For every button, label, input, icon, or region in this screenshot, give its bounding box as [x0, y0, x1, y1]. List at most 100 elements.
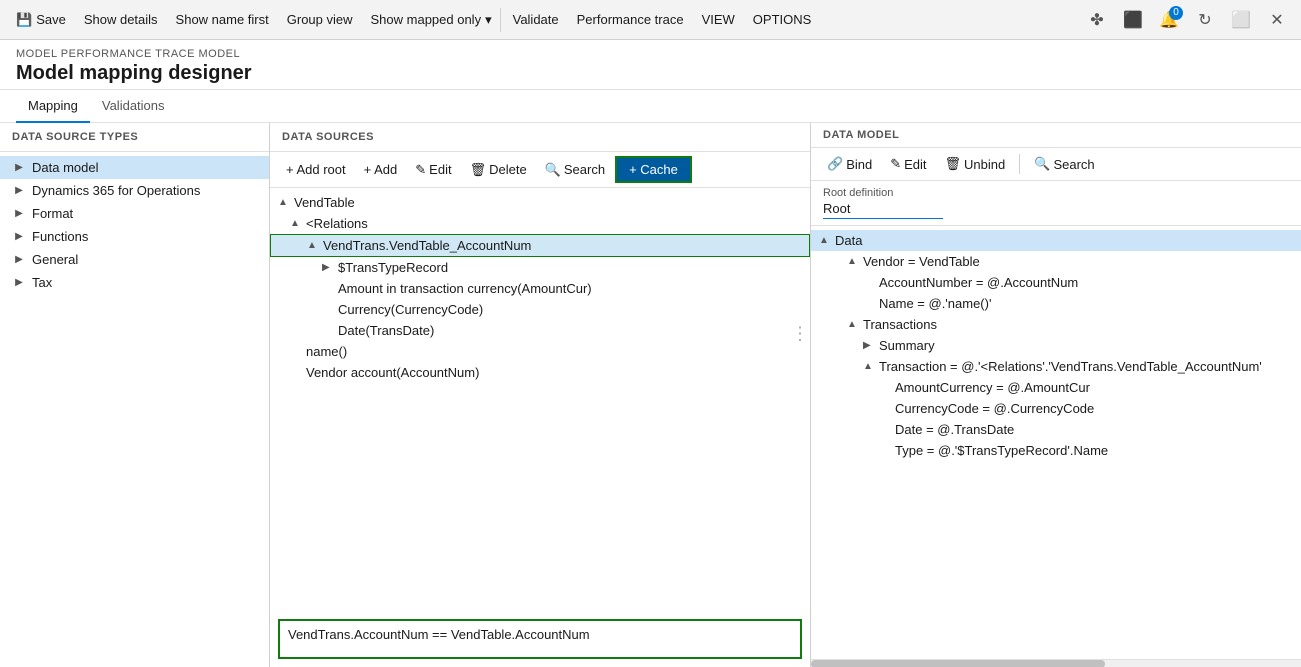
- arrow-icon: ▶: [12, 162, 26, 173]
- refresh-icon[interactable]: ↻: [1189, 4, 1221, 36]
- dm-item-type[interactable]: Type = @.'$TransTypeRecord'.Name: [811, 440, 1301, 461]
- edit-button[interactable]: ✎ Edit: [407, 158, 459, 182]
- dm-item-amount-currency[interactable]: AmountCurrency = @.AmountCur: [811, 377, 1301, 398]
- content-area: DATA SOURCE TYPES ▶ Data model ▶ Dynamic…: [0, 123, 1301, 667]
- collapse-icon: ▲: [307, 240, 319, 251]
- view-button[interactable]: VIEW: [694, 8, 743, 31]
- restore-icon[interactable]: ⬜: [1225, 4, 1257, 36]
- expand-icon: ▶: [322, 262, 334, 273]
- datamodel-tree: ▲ Data ▲ Vendor = VendTable AccountNumbe…: [811, 226, 1301, 659]
- datamodel-header: DATA MODEL: [811, 123, 1301, 148]
- ds-item-vendor-account[interactable]: Vendor account(AccountNum): [270, 362, 810, 383]
- office-icon[interactable]: ⬛: [1117, 4, 1149, 36]
- collapse-icon: ▲: [847, 319, 859, 330]
- dm-search-button[interactable]: 🔍 Search: [1026, 152, 1102, 176]
- datasource-type-data-model[interactable]: ▶ Data model: [0, 156, 269, 179]
- main-content: MODEL PERFORMANCE TRACE MODEL Model mapp…: [0, 40, 1301, 667]
- ds-item-vendtable[interactable]: ▲ VendTable: [270, 192, 810, 213]
- search-button[interactable]: 🔍 Search: [537, 158, 613, 182]
- dm-item-account-number[interactable]: AccountNumber = @.AccountNum: [811, 272, 1301, 293]
- arrow-icon: ▶: [12, 254, 26, 265]
- datasources-header: DATA SOURCES: [270, 123, 810, 152]
- tab-mapping[interactable]: Mapping: [16, 90, 90, 123]
- toolbar-right: ✤ ⬛ 🔔 0 ↻ ⬜ ✕: [1081, 4, 1293, 36]
- ds-item-currency[interactable]: Currency(CurrencyCode): [270, 299, 810, 320]
- unbind-button[interactable]: 🗑 Unbind: [937, 152, 1014, 176]
- dm-item-vendor[interactable]: ▲ Vendor = VendTable: [811, 251, 1301, 272]
- datasource-type-format[interactable]: ▶ Format: [0, 202, 269, 225]
- root-definition: Root definition Root: [811, 181, 1301, 226]
- collapse-icon: ▲: [819, 235, 831, 246]
- datasource-type-general[interactable]: ▶ General: [0, 248, 269, 271]
- edit-icon: ✎: [890, 156, 901, 172]
- page-title: Model mapping designer: [16, 62, 1285, 85]
- close-icon[interactable]: ✕: [1261, 4, 1293, 36]
- ds-item-name[interactable]: name(): [270, 341, 810, 362]
- datasource-type-functions[interactable]: ▶ Functions: [0, 225, 269, 248]
- add-root-button[interactable]: + Add root: [278, 158, 354, 181]
- expand-icon: ▶: [863, 340, 875, 351]
- collapse-icon: ▲: [847, 256, 859, 267]
- formula-box[interactable]: VendTrans.AccountNum == VendTable.Accoun…: [278, 619, 802, 659]
- save-icon: 💾: [16, 12, 32, 28]
- extension-icon[interactable]: ✤: [1081, 4, 1113, 36]
- collapse-icon: ▲: [278, 197, 290, 208]
- collapse-icon: ▲: [290, 218, 302, 229]
- validate-button[interactable]: Validate: [505, 8, 567, 31]
- dm-edit-button[interactable]: ✎ Edit: [882, 152, 934, 176]
- dm-scrollbar[interactable]: [811, 659, 1301, 667]
- unbind-icon: 🗑: [945, 156, 962, 172]
- resize-handle[interactable]: ⋮: [787, 319, 811, 348]
- dropdown-arrow-icon: ▾: [485, 12, 492, 28]
- cache-button[interactable]: + Cache: [615, 156, 692, 183]
- dm-item-dm-date[interactable]: Date = @.TransDate: [811, 419, 1301, 440]
- search-icon: 🔍: [545, 162, 561, 178]
- show-name-first-button[interactable]: Show name first: [168, 8, 277, 31]
- edit-icon: ✎: [415, 162, 426, 178]
- dm-item-name[interactable]: Name = @.'name()': [811, 293, 1301, 314]
- notification-wrap: 🔔 0: [1153, 4, 1185, 36]
- root-def-value: Root: [823, 199, 943, 219]
- formula-container: VendTrans.AccountNum == VendTable.Accoun…: [270, 615, 810, 667]
- dm-scrollbar-thumb: [811, 660, 1105, 667]
- dm-item-transaction[interactable]: ▲ Transaction = @.'<Relations'.'VendTran…: [811, 356, 1301, 377]
- collapse-icon: ▲: [863, 361, 875, 372]
- performance-trace-button[interactable]: Performance trace: [569, 8, 692, 31]
- rp-separator: [1019, 154, 1020, 174]
- datamodel-toolbar: 🔗 Bind ✎ Edit 🗑 Unbind 🔍 Search: [811, 148, 1301, 181]
- group-view-button[interactable]: Group view: [279, 8, 361, 31]
- arrow-icon: ▶: [12, 231, 26, 242]
- datasource-tree: ▲ VendTable ▲ <Relations ▲ VendTrans.Ven…: [270, 188, 810, 615]
- arrow-icon: ▶: [12, 208, 26, 219]
- formula-text: VendTrans.AccountNum == VendTable.Accoun…: [288, 627, 590, 642]
- datasource-type-tax[interactable]: ▶ Tax: [0, 271, 269, 294]
- datasource-toolbar: + Add root + Add ✎ Edit 🗑 Delete 🔍 Searc…: [270, 152, 810, 188]
- add-button[interactable]: + Add: [356, 158, 406, 181]
- dm-item-summary[interactable]: ▶ Summary: [811, 335, 1301, 356]
- search-icon: 🔍: [1034, 156, 1050, 172]
- dm-item-data[interactable]: ▲ Data: [811, 230, 1301, 251]
- ds-item-vendtrans-accountnum[interactable]: ▲ VendTrans.VendTable_AccountNum: [270, 234, 810, 257]
- ds-item-amount[interactable]: Amount in transaction currency(AmountCur…: [270, 278, 810, 299]
- notification-badge: 0: [1169, 6, 1183, 20]
- save-button[interactable]: 💾 Save: [8, 8, 74, 32]
- show-details-button[interactable]: Show details: [76, 8, 166, 31]
- tab-bar: Mapping Validations: [0, 90, 1301, 123]
- ds-item-date[interactable]: Date(TransDate): [270, 320, 810, 341]
- bind-icon: 🔗: [827, 156, 843, 172]
- tab-validations[interactable]: Validations: [90, 90, 177, 123]
- delete-button[interactable]: 🗑 Delete: [462, 158, 535, 182]
- ds-item-relations[interactable]: ▲ <Relations: [270, 213, 810, 234]
- ds-item-trans-type-record[interactable]: ▶ $TransTypeRecord: [270, 257, 810, 278]
- datasource-types-header: DATA SOURCE TYPES: [0, 123, 269, 152]
- arrow-icon: ▶: [12, 185, 26, 196]
- model-label: MODEL PERFORMANCE TRACE MODEL: [16, 48, 1285, 60]
- main-toolbar: 💾 Save Show details Show name first Grou…: [0, 0, 1301, 40]
- show-mapped-only-button[interactable]: Show mapped only ▾: [363, 8, 496, 32]
- dm-item-currency-code[interactable]: CurrencyCode = @.CurrencyCode: [811, 398, 1301, 419]
- dm-item-transactions[interactable]: ▲ Transactions: [811, 314, 1301, 335]
- datasource-types-tree: ▶ Data model ▶ Dynamics 365 for Operatio…: [0, 152, 269, 667]
- datasource-type-dynamics[interactable]: ▶ Dynamics 365 for Operations: [0, 179, 269, 202]
- bind-button[interactable]: 🔗 Bind: [819, 152, 880, 176]
- options-button[interactable]: OPTIONS: [745, 8, 820, 31]
